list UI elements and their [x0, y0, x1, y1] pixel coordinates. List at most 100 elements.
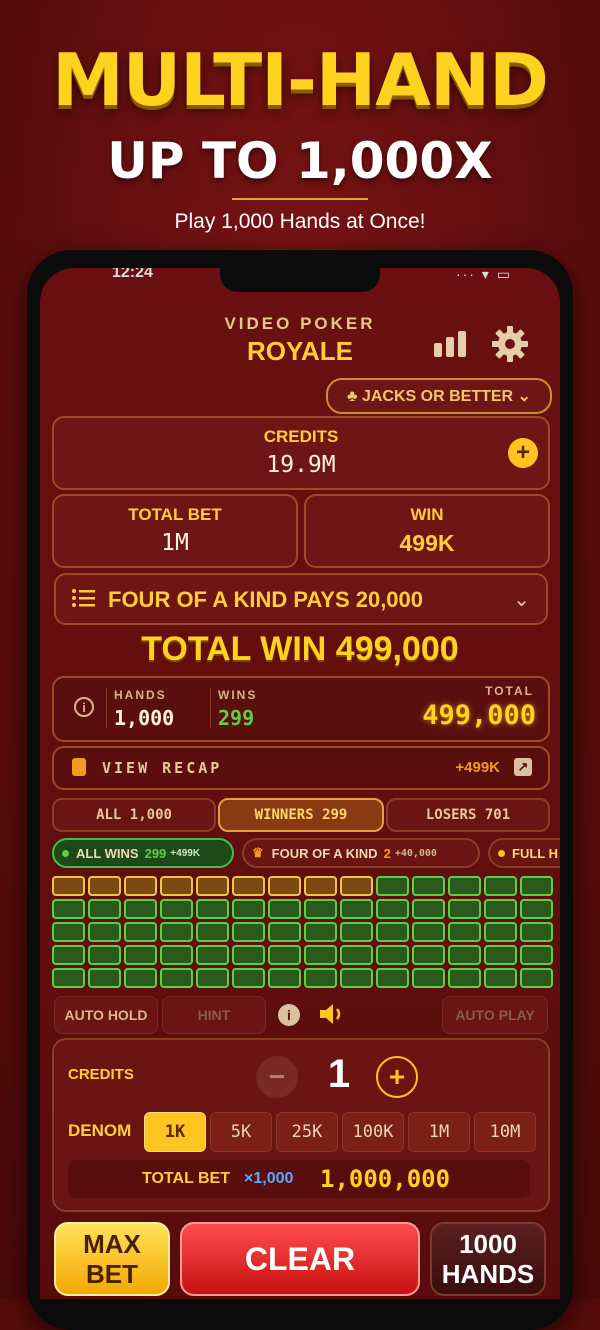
hand-cell[interactable] — [340, 922, 373, 942]
hand-cell[interactable] — [232, 899, 265, 919]
hand-cell[interactable] — [160, 876, 193, 896]
hand-cell[interactable] — [52, 899, 85, 919]
hand-cell[interactable] — [448, 922, 481, 942]
hand-cell[interactable] — [232, 968, 265, 988]
hand-cell[interactable] — [124, 876, 157, 896]
hand-cell[interactable] — [376, 945, 409, 965]
hand-cell[interactable] — [88, 968, 121, 988]
hand-cell[interactable] — [268, 899, 301, 919]
filter-all-wins[interactable]: ALL WINS 299 +499K — [52, 838, 234, 868]
hand-cell[interactable] — [52, 922, 85, 942]
hand-cell[interactable] — [52, 876, 85, 896]
paytable-toggle[interactable]: FOUR OF A KIND PAYS 20,000 ⌄ — [54, 573, 548, 625]
info-icon[interactable]: i — [74, 697, 94, 717]
hand-cell[interactable] — [160, 899, 193, 919]
hand-cell[interactable] — [88, 922, 121, 942]
hand-cell[interactable] — [520, 922, 553, 942]
hand-cell[interactable] — [448, 945, 481, 965]
decrease-credits-button[interactable]: − — [256, 1056, 298, 1098]
hand-cell[interactable] — [160, 922, 193, 942]
hand-cell[interactable] — [196, 968, 229, 988]
denom-10m[interactable]: 10M — [474, 1112, 536, 1152]
hand-cell[interactable] — [196, 922, 229, 942]
hand-cell[interactable] — [268, 922, 301, 942]
hand-cell[interactable] — [304, 876, 337, 896]
hand-cell[interactable] — [196, 945, 229, 965]
stats-icon[interactable] — [430, 324, 470, 364]
hand-cell[interactable] — [304, 922, 337, 942]
hand-cell[interactable] — [376, 922, 409, 942]
denom-25k[interactable]: 25K — [276, 1112, 338, 1152]
hand-cell[interactable] — [340, 945, 373, 965]
gear-icon[interactable] — [490, 324, 530, 364]
increase-credits-button[interactable]: + — [376, 1056, 418, 1098]
hand-cell[interactable] — [124, 899, 157, 919]
hand-cell[interactable] — [232, 922, 265, 942]
clear-button[interactable]: CLEAR — [180, 1222, 420, 1296]
hand-cell[interactable] — [340, 968, 373, 988]
hand-cell[interactable] — [484, 899, 517, 919]
hand-cell[interactable] — [124, 922, 157, 942]
total-bet-value: 1M — [161, 530, 189, 556]
hint-button[interactable]: HINT — [162, 996, 266, 1034]
hand-cell[interactable] — [412, 876, 445, 896]
hand-cell[interactable] — [484, 922, 517, 942]
hand-cell[interactable] — [124, 968, 157, 988]
filter-full-house[interactable]: FULL H — [488, 838, 560, 868]
hand-cell[interactable] — [196, 876, 229, 896]
hand-cell[interactable] — [52, 968, 85, 988]
hand-cell[interactable] — [340, 899, 373, 919]
hand-cell[interactable] — [376, 968, 409, 988]
hand-cell[interactable] — [88, 945, 121, 965]
hand-cell[interactable] — [232, 876, 265, 896]
hand-cell[interactable] — [304, 945, 337, 965]
hand-cell[interactable] — [160, 945, 193, 965]
tab-all[interactable]: ALL 1,000 — [52, 798, 216, 832]
tab-winners[interactable]: WINNERS 299 — [218, 798, 384, 832]
denom-5k[interactable]: 5K — [210, 1112, 272, 1152]
hands-button[interactable]: 1000 HANDS — [430, 1222, 546, 1296]
hand-cell[interactable] — [412, 922, 445, 942]
hand-cell[interactable] — [376, 876, 409, 896]
info-icon[interactable]: i — [278, 1004, 300, 1026]
auto-play-button[interactable]: AUTO PLAY — [442, 996, 548, 1034]
hand-cell[interactable] — [268, 876, 301, 896]
hand-cell[interactable] — [268, 945, 301, 965]
hand-cell[interactable] — [484, 945, 517, 965]
hand-cell[interactable] — [232, 945, 265, 965]
sound-icon[interactable] — [318, 1001, 346, 1027]
view-recap-button[interactable]: VIEW RECAP +499K ↗ — [52, 746, 550, 790]
denom-1k[interactable]: 1K — [144, 1112, 206, 1152]
hand-cell[interactable] — [448, 899, 481, 919]
hand-cell[interactable] — [412, 899, 445, 919]
hand-cell[interactable] — [484, 876, 517, 896]
hand-cell[interactable] — [160, 968, 193, 988]
hand-cell[interactable] — [520, 968, 553, 988]
hand-cell[interactable] — [448, 876, 481, 896]
hand-cell[interactable] — [412, 968, 445, 988]
hand-cell[interactable] — [376, 899, 409, 919]
tab-losers[interactable]: LOSERS 701 — [386, 798, 550, 832]
hand-cell[interactable] — [124, 945, 157, 965]
auto-hold-button[interactable]: AUTO HOLD — [54, 996, 158, 1034]
hand-cell[interactable] — [196, 899, 229, 919]
hand-cell[interactable] — [520, 876, 553, 896]
hand-cell[interactable] — [304, 899, 337, 919]
max-bet-button[interactable]: MAX BET — [54, 1222, 170, 1296]
denom-1m[interactable]: 1M — [408, 1112, 470, 1152]
hand-cell[interactable] — [88, 876, 121, 896]
hand-cell[interactable] — [412, 945, 445, 965]
hand-cell[interactable] — [520, 899, 553, 919]
hand-cell[interactable] — [520, 945, 553, 965]
filter-four-of-a-kind[interactable]: ♛ FOUR OF A KIND 2 +40,000 — [242, 838, 480, 868]
denom-100k[interactable]: 100K — [342, 1112, 404, 1152]
hand-cell[interactable] — [304, 968, 337, 988]
add-credits-button[interactable]: + — [508, 438, 538, 468]
hand-cell[interactable] — [448, 968, 481, 988]
hand-cell[interactable] — [268, 968, 301, 988]
game-select[interactable]: ♣ JACKS OR BETTER ⌄ — [326, 378, 552, 414]
hand-cell[interactable] — [340, 876, 373, 896]
hand-cell[interactable] — [88, 899, 121, 919]
hand-cell[interactable] — [484, 968, 517, 988]
hand-cell[interactable] — [52, 945, 85, 965]
